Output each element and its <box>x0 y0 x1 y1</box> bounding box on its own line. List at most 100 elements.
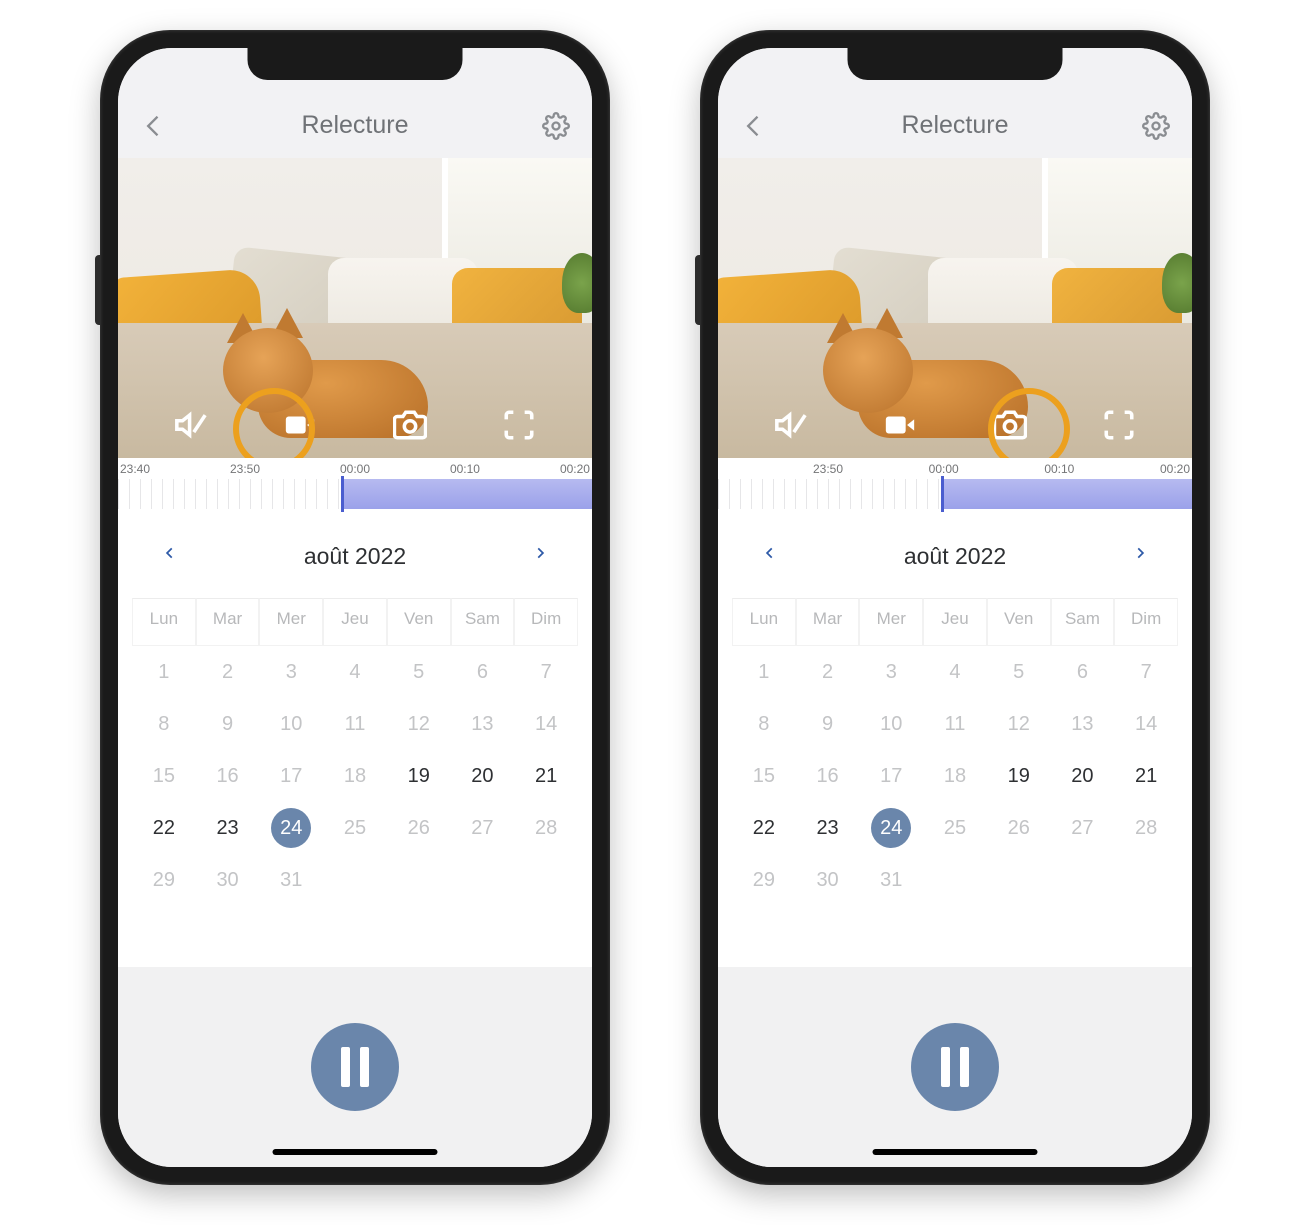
calendar-dow: Sam <box>451 598 515 646</box>
video-playback[interactable] <box>118 158 592 458</box>
calendar-day: 17 <box>859 750 923 802</box>
timeline-tick: 00:20 <box>1160 462 1190 476</box>
calendar-day: 5 <box>987 646 1051 698</box>
pause-button[interactable] <box>311 1023 399 1111</box>
timeline-tick: 23:50 <box>230 462 260 476</box>
calendar-day[interactable]: 22 <box>732 802 796 854</box>
next-month-button[interactable] <box>528 542 552 570</box>
calendar-day: 27 <box>1051 802 1115 854</box>
calendar-month-label: août 2022 <box>304 543 406 570</box>
timeline-tick: 00:00 <box>340 462 370 476</box>
calendar-day: 8 <box>732 698 796 750</box>
timeline-tick: 00:10 <box>450 462 480 476</box>
timeline-track[interactable] <box>718 479 1192 509</box>
calendar-dow: Dim <box>1114 598 1178 646</box>
calendar: août 2022 LunMarMerJeuVenSamDim123456789… <box>118 518 592 967</box>
timeline-tick: 23:50 <box>813 462 843 476</box>
calendar-day[interactable]: 19 <box>387 750 451 802</box>
calendar-day[interactable]: 20 <box>1051 750 1115 802</box>
prev-month-button[interactable] <box>158 542 182 570</box>
timeline-tick: 00:00 <box>929 462 959 476</box>
calendar-day: 7 <box>1114 646 1178 698</box>
calendar-day: 13 <box>451 698 515 750</box>
calendar-day: 12 <box>987 698 1051 750</box>
timeline-cursor[interactable] <box>941 476 944 512</box>
settings-button[interactable] <box>1142 112 1170 140</box>
video-playback[interactable] <box>718 158 1192 458</box>
calendar-day: 28 <box>1114 802 1178 854</box>
camera-icon[interactable] <box>389 404 431 446</box>
timeline-labels: 23:50 00:00 00:10 00:20 <box>718 458 1192 476</box>
calendar-day[interactable]: 21 <box>1114 750 1178 802</box>
calendar-day: 6 <box>451 646 515 698</box>
calendar-day[interactable]: 23 <box>796 802 860 854</box>
calendar-dow: Mer <box>259 598 323 646</box>
mute-icon[interactable] <box>170 404 212 446</box>
timeline-cursor[interactable] <box>341 476 344 512</box>
video-controls <box>718 404 1192 446</box>
fullscreen-icon[interactable] <box>498 404 540 446</box>
calendar-dow: Lun <box>732 598 796 646</box>
notch <box>248 48 463 80</box>
calendar-day[interactable]: 20 <box>451 750 515 802</box>
calendar-grid: LunMarMerJeuVenSamDim1234567891011121314… <box>132 598 578 906</box>
calendar-day[interactable]: 24 <box>259 802 323 854</box>
timeline-labels: 23:40 23:50 00:00 00:10 00:20 <box>118 458 592 476</box>
calendar-day: 7 <box>514 646 578 698</box>
timeline-recorded <box>941 479 1192 509</box>
calendar-dow: Ven <box>387 598 451 646</box>
back-button[interactable] <box>140 112 168 140</box>
settings-button[interactable] <box>542 112 570 140</box>
calendar-day: 1 <box>732 646 796 698</box>
calendar-day: 10 <box>259 698 323 750</box>
calendar-dow: Mar <box>796 598 860 646</box>
pause-icon <box>341 1047 350 1087</box>
calendar-dow: Mer <box>859 598 923 646</box>
calendar-day: 12 <box>387 698 451 750</box>
calendar-day[interactable]: 23 <box>196 802 260 854</box>
pause-icon <box>941 1047 950 1087</box>
calendar-day[interactable]: 19 <box>987 750 1051 802</box>
mute-icon[interactable] <box>770 404 812 446</box>
calendar-day: 9 <box>196 698 260 750</box>
fullscreen-icon[interactable] <box>1098 404 1140 446</box>
prev-month-button[interactable] <box>758 542 782 570</box>
back-button[interactable] <box>740 112 768 140</box>
calendar-day: 25 <box>923 802 987 854</box>
timeline[interactable]: 23:40 23:50 00:00 00:10 00:20 <box>118 458 592 518</box>
calendar-day: 5 <box>387 646 451 698</box>
pause-button[interactable] <box>911 1023 999 1111</box>
timeline-tick: 00:10 <box>1044 462 1074 476</box>
calendar-day: 4 <box>323 646 387 698</box>
video-record-icon[interactable] <box>879 404 921 446</box>
calendar-dow: Dim <box>514 598 578 646</box>
screen: Relecture <box>718 48 1192 1167</box>
calendar-day[interactable]: 22 <box>132 802 196 854</box>
calendar-day: 2 <box>796 646 860 698</box>
calendar-day: 11 <box>323 698 387 750</box>
calendar-day: 29 <box>732 854 796 906</box>
calendar-day: 28 <box>514 802 578 854</box>
calendar-day: 3 <box>859 646 923 698</box>
camera-icon[interactable] <box>989 404 1031 446</box>
home-indicator <box>273 1149 438 1155</box>
timeline-track[interactable] <box>118 479 592 509</box>
next-month-button[interactable] <box>1128 542 1152 570</box>
calendar-day: 31 <box>259 854 323 906</box>
calendar-header: août 2022 <box>132 542 578 570</box>
calendar-day: 18 <box>323 750 387 802</box>
calendar-day: 13 <box>1051 698 1115 750</box>
calendar-day: 17 <box>259 750 323 802</box>
calendar-day[interactable]: 21 <box>514 750 578 802</box>
timeline[interactable]: 23:50 00:00 00:10 00:20 <box>718 458 1192 518</box>
calendar-day: 10 <box>859 698 923 750</box>
calendar-day: 1 <box>132 646 196 698</box>
calendar-day: 14 <box>1114 698 1178 750</box>
page-title: Relecture <box>902 111 1009 140</box>
pause-icon <box>960 1047 969 1087</box>
calendar-day[interactable]: 24 <box>859 802 923 854</box>
calendar-dow: Jeu <box>323 598 387 646</box>
calendar-dow: Ven <box>987 598 1051 646</box>
video-record-icon[interactable] <box>279 404 321 446</box>
calendar-month-label: août 2022 <box>904 543 1006 570</box>
